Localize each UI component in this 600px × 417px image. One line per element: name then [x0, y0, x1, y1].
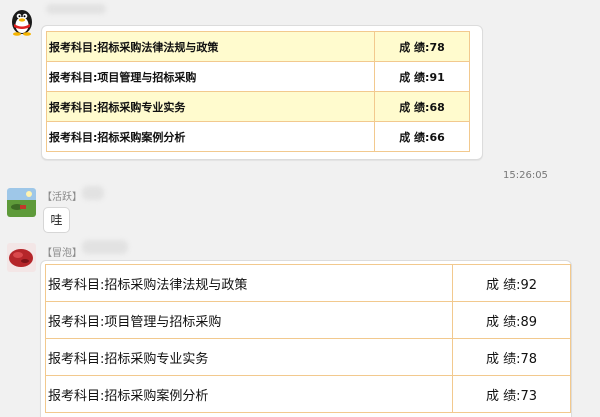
score-table-1: 报考科目:招标采购法律法规与政策 成 绩:78 报考科目:项目管理与招标采购 成… — [46, 31, 470, 152]
score-cell: 成 绩:78 — [452, 338, 571, 376]
subject-cell: 报考科目:招标采购法律法规与政策 — [45, 264, 453, 302]
score-table-2: 报考科目:招标采购法律法规与政策 成 绩:92 报考科目:项目管理与招标采购 成… — [45, 264, 571, 413]
table-row: 报考科目:招标采购法律法规与政策 成 绩:92 — [45, 264, 571, 302]
score-message-bubble-2[interactable]: 报考科目:招标采购法律法规与政策 成 绩:92 报考科目:项目管理与招标采购 成… — [40, 260, 572, 417]
table-row: 报考科目:招标采购案例分析 成 绩:73 — [45, 375, 571, 413]
score-cell: 成 绩:78 — [374, 31, 470, 62]
sender-name-blurred — [82, 186, 104, 200]
table-row: 报考科目:招标采购专业实务 成 绩:78 — [45, 338, 571, 376]
score-cell: 成 绩:68 — [374, 91, 470, 122]
table-row: 报考科目:招标采购法律法规与政策 成 绩:78 — [46, 31, 470, 62]
table-row: 报考科目:项目管理与招标采购 成 绩:91 — [46, 61, 470, 92]
subject-cell: 报考科目:招标采购案例分析 — [46, 121, 375, 152]
text-message-bubble[interactable]: 哇 — [43, 207, 70, 233]
sender-level-tag: 【冒泡】 — [42, 248, 82, 259]
subject-cell: 报考科目:招标采购案例分析 — [45, 375, 453, 413]
subject-cell: 报考科目:招标采购专业实务 — [46, 91, 375, 122]
table-row: 报考科目:项目管理与招标采购 成 绩:89 — [45, 301, 571, 339]
sender-name-blurred — [82, 240, 128, 254]
sender-level-tag: 【活跃】 — [42, 192, 82, 203]
sender-name-blurred — [46, 4, 106, 14]
table-row: 报考科目:招标采购专业实务 成 绩:68 — [46, 91, 470, 122]
subject-cell: 报考科目:招标采购专业实务 — [45, 338, 453, 376]
subject-cell: 报考科目:项目管理与招标采购 — [46, 61, 375, 92]
score-cell: 成 绩:92 — [452, 264, 571, 302]
score-cell: 成 绩:89 — [452, 301, 571, 339]
landscape-avatar-icon[interactable] — [7, 188, 36, 217]
table-row: 报考科目:招标采购案例分析 成 绩:66 — [46, 121, 470, 152]
subject-cell: 报考科目:招标采购法律法规与政策 — [46, 31, 375, 62]
qq-penguin-avatar-icon[interactable] — [7, 6, 37, 36]
score-message-bubble-1[interactable]: 报考科目:招标采购法律法规与政策 成 绩:78 报考科目:项目管理与招标采购 成… — [41, 25, 483, 160]
message-timestamp: 15:26:05 — [503, 170, 548, 181]
score-cell: 成 绩:91 — [374, 61, 470, 92]
score-cell: 成 绩:73 — [452, 375, 571, 413]
subject-cell: 报考科目:项目管理与招标采购 — [45, 301, 453, 339]
red-food-avatar-icon[interactable] — [7, 243, 36, 272]
score-cell: 成 绩:66 — [374, 121, 470, 152]
message-text: 哇 — [50, 213, 63, 227]
